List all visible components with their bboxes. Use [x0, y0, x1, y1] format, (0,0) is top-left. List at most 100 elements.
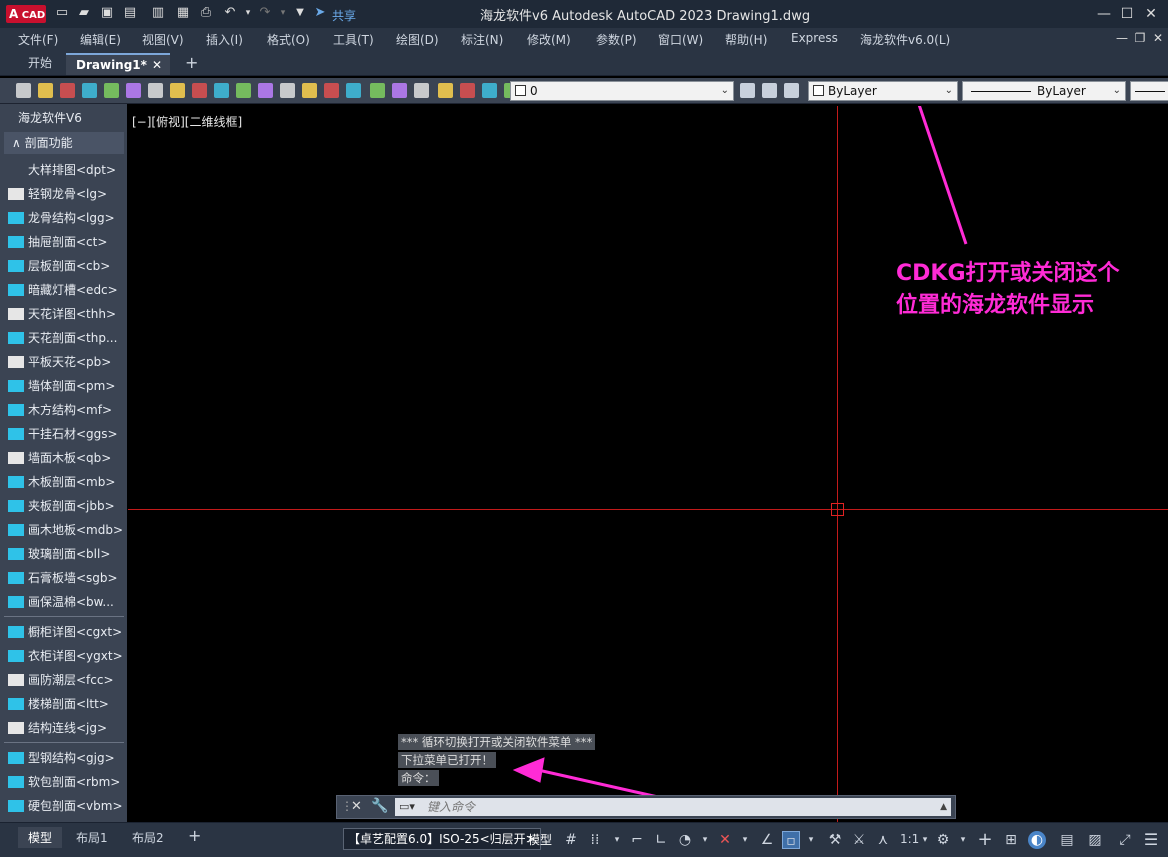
close-icon[interactable]: ✕ — [1141, 4, 1161, 24]
palette-item[interactable]: 干挂石材<ggs> — [4, 422, 124, 446]
menu-express[interactable]: Express — [791, 31, 838, 45]
tab-drawing1[interactable]: Drawing1* ✕ — [66, 53, 170, 75]
palette-item[interactable]: 结构连线<jg> — [4, 716, 124, 740]
drawing-canvas[interactable]: [−][俯视][二维线框] *** 循环切换打开或关闭软件菜单 *** 下拉菜单… — [128, 106, 1168, 822]
save-as-icon[interactable]: ▤ — [122, 5, 138, 21]
osnap-tracking-icon[interactable]: ∠ — [758, 831, 776, 849]
snap-dropdown-icon[interactable]: ▾ — [608, 831, 626, 849]
web-open-icon[interactable]: ▥ — [150, 5, 166, 21]
menu-view[interactable]: 视图(V) — [142, 31, 184, 48]
palette-item[interactable]: 橱柜详图<cgxt> — [4, 620, 124, 644]
lineweight-dropdown[interactable] — [1130, 81, 1168, 101]
palette-item[interactable]: 画防潮层<fcc> — [4, 668, 124, 692]
doc-restore-icon[interactable]: ❐ — [1130, 28, 1150, 48]
layout2-tab[interactable]: 布局2 — [132, 829, 164, 846]
add-layout-button[interactable]: + — [188, 826, 201, 845]
object-snap-dropdown-icon[interactable]: ▾ — [802, 831, 820, 849]
palette-item[interactable]: 暗藏灯槽<edc> — [4, 278, 124, 302]
linetype-dropdown[interactable]: ByLayer ⌄ — [962, 81, 1126, 101]
menu-dimension[interactable]: 标注(N) — [461, 31, 503, 48]
color-dropdown[interactable]: ByLayer ⌄ — [808, 81, 958, 101]
palette-item[interactable]: 玻璃剖面<bll> — [4, 542, 124, 566]
clean-screen-icon[interactable]: ▨ — [1086, 831, 1104, 849]
layout1-tab[interactable]: 布局1 — [76, 829, 108, 846]
share-label[interactable]: 共享 — [332, 7, 356, 24]
menu-help[interactable]: 帮助(H) — [725, 31, 767, 48]
menu-hailong[interactable]: 海龙软件v6.0(L) — [860, 31, 950, 48]
undo-dropdown-icon[interactable]: ▾ — [240, 5, 256, 21]
chevron-up-icon[interactable]: ▲ — [940, 798, 947, 816]
palette-item[interactable]: 型钢结构<gjg> — [4, 746, 124, 770]
palette-item[interactable]: 衣柜详图<ygxt> — [4, 644, 124, 668]
units-icon[interactable]: ⊞ — [1002, 831, 1020, 849]
palette-item[interactable]: 墙面木板<qb> — [4, 446, 124, 470]
gear-icon[interactable]: ⚙ — [934, 831, 952, 849]
menu-insert[interactable]: 插入(I) — [206, 31, 243, 48]
polar-tracking-icon[interactable]: ◔ — [676, 831, 694, 849]
menu-draw[interactable]: 绘图(D) — [396, 31, 439, 48]
menu-format[interactable]: 格式(O) — [267, 31, 310, 48]
palette-item[interactable]: 画木地板<mdb> — [4, 518, 124, 542]
palette-item[interactable]: 天花详图<thh> — [4, 302, 124, 326]
undo-icon[interactable]: ↶ — [222, 5, 238, 21]
isolate-objects-icon[interactable]: ◐ — [1028, 831, 1046, 849]
section-header[interactable]: ∧ 剖面功能 — [4, 132, 124, 154]
ortho-icon[interactable]: ∟ — [652, 831, 670, 849]
palette-item[interactable]: 石膏板墙<sgb> — [4, 566, 124, 590]
new-tab-button[interactable]: + — [175, 53, 208, 75]
palette-item[interactable]: 木方结构<mf> — [4, 398, 124, 422]
model-space-label[interactable]: 模型 — [528, 831, 552, 848]
isodraft-icon[interactable]: ✕ — [716, 831, 734, 849]
command-input[interactable]: ▭▾ 键入命令 ▲ — [395, 798, 951, 816]
palette-item[interactable]: 软包剖面<rbm> — [4, 770, 124, 794]
open-folder-icon[interactable]: ▰ — [76, 5, 92, 21]
palette-item[interactable]: 抽屉剖面<ct> — [4, 230, 124, 254]
snap-icon[interactable]: ⁞⁞ — [586, 831, 604, 849]
grid-icon[interactable]: # — [562, 831, 580, 849]
menu-file[interactable]: 文件(F) — [18, 31, 58, 48]
annotation-scale-icon[interactable]: ⋏ — [874, 831, 892, 849]
hamburger-menu-icon[interactable]: ☰ — [1142, 831, 1160, 849]
config-badge[interactable]: 【卓艺配置6.0】ISO-25<归层开> — [343, 828, 541, 850]
palette-item[interactable]: 硬包剖面<vbm> — [4, 794, 124, 818]
hardware-acceleration-icon[interactable]: ▤ — [1058, 831, 1076, 849]
menu-parametric[interactable]: 参数(P) — [596, 31, 637, 48]
minimize-icon[interactable]: — — [1094, 4, 1114, 24]
palette-item[interactable]: 墙体剖面<pm> — [4, 374, 124, 398]
redo-icon[interactable]: ↷ — [257, 5, 273, 21]
tab-close-icon[interactable]: ✕ — [152, 55, 162, 75]
fullscreen-icon[interactable]: ⤢ — [1116, 831, 1134, 849]
command-prompt-icon[interactable]: ▭▾ — [399, 798, 415, 816]
palette-item[interactable]: 平板天花<pb> — [4, 350, 124, 374]
plus-icon[interactable]: + — [976, 831, 994, 849]
share-icon[interactable]: ➤ — [312, 5, 328, 21]
save-icon[interactable]: ▣ — [99, 5, 115, 21]
maximize-icon[interactable]: ☐ — [1117, 4, 1137, 24]
redo-dropdown-icon[interactable]: ▾ — [275, 5, 291, 21]
customize-qat-icon[interactable]: ▼ — [292, 5, 308, 21]
new-file-icon[interactable]: ▭ — [54, 5, 70, 21]
palette-item[interactable]: 画保温棉<bw... — [4, 590, 124, 614]
tab-start[interactable]: 开始 — [18, 53, 62, 75]
isodraft-dropdown-icon[interactable]: ▾ — [736, 831, 754, 849]
auto-scale-icon[interactable]: ⚔ — [850, 831, 868, 849]
scale-dropdown-icon[interactable]: ▾ — [916, 831, 934, 849]
polar-dropdown-icon[interactable]: ▾ — [696, 831, 714, 849]
menu-modify[interactable]: 修改(M) — [527, 31, 571, 48]
app-menu-button[interactable]: A CAD — [6, 5, 46, 23]
palette-item[interactable]: 龙骨结构<lgg> — [4, 206, 124, 230]
workspace-dropdown-icon[interactable]: ▾ — [954, 831, 972, 849]
menu-tools[interactable]: 工具(T) — [333, 31, 374, 48]
menu-edit[interactable]: 编辑(E) — [80, 31, 121, 48]
palette-item[interactable]: 木板剖面<mb> — [4, 470, 124, 494]
annotation-visibility-icon[interactable]: ⚒ — [826, 831, 844, 849]
doc-close-icon[interactable]: ✕ — [1148, 28, 1168, 48]
publish-icon[interactable]: ▦ — [175, 5, 191, 21]
palette-item[interactable]: 大样排图<dpt> — [4, 158, 124, 182]
palette-item[interactable]: 天花剖面<thp... — [4, 326, 124, 350]
plot-icon[interactable]: ⎙ — [198, 5, 214, 21]
palette-item[interactable]: 层板剖面<cb> — [4, 254, 124, 278]
close-command-icon[interactable]: ✕ — [351, 799, 362, 814]
menu-window[interactable]: 窗口(W) — [658, 31, 703, 48]
palette-item[interactable]: 楼梯剖面<ltt> — [4, 692, 124, 716]
